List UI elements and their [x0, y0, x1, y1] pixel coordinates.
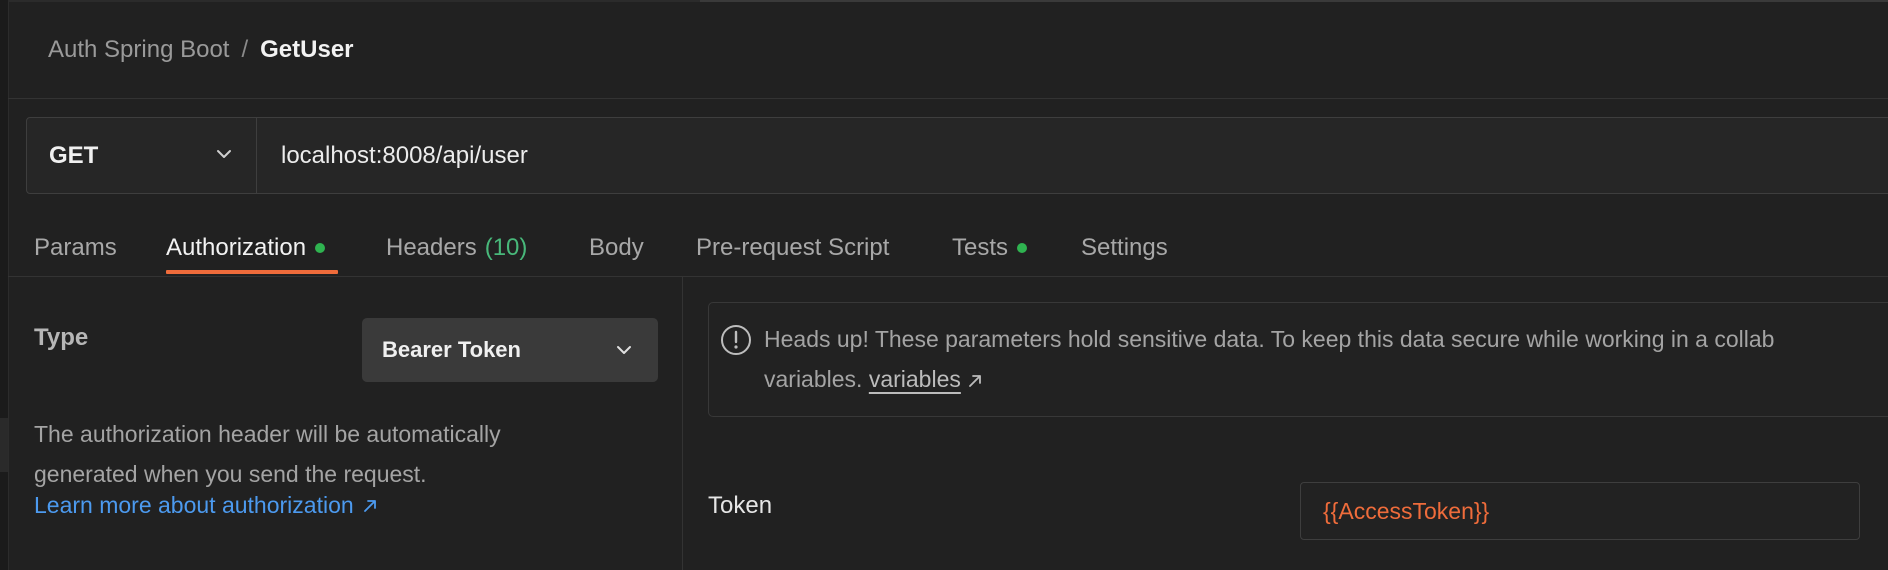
notice-line: variables. variables	[764, 359, 1888, 399]
status-dot	[315, 243, 326, 253]
tab-headers-label: Headers	[386, 234, 477, 261]
tabs-divider	[8, 276, 1888, 277]
learn-more-label: Learn more about authorization	[34, 492, 354, 518]
request-editor: Auth Spring Boot / GetUser GET localhost…	[0, 0, 1888, 570]
auth-type-label: Type	[34, 324, 89, 351]
notice-line: Heads up! These parameters hold sensitiv…	[764, 326, 1775, 352]
arrow-up-right-icon	[968, 375, 981, 387]
sidebar-handle[interactable]	[0, 418, 8, 472]
chevron-down-icon	[617, 346, 631, 354]
breadcrumb-separator: /	[241, 36, 249, 63]
tab-prerequest-script[interactable]: Pre-request Script	[696, 222, 889, 274]
url-input[interactable]: localhost:8008/api/user	[281, 118, 528, 193]
tab-prerequest-label: Pre-request Script	[696, 234, 890, 261]
sensitive-data-notice: Heads up! These parameters hold sensitiv…	[708, 302, 1888, 417]
alert-circle-icon	[721, 325, 751, 355]
learn-more-link[interactable]: Learn more about authorization	[34, 492, 378, 519]
status-dot	[1017, 243, 1028, 253]
notice-text: Heads up! These parameters hold sensitiv…	[764, 319, 1888, 399]
tab-body[interactable]: Body	[589, 222, 644, 274]
tab-authorization[interactable]: Authorization	[166, 222, 326, 274]
variables-link[interactable]: variables	[869, 366, 961, 392]
tab-headers[interactable]: Headers (10)	[386, 222, 527, 274]
active-tab-indicator	[166, 270, 338, 274]
tab-params[interactable]: Params	[34, 222, 117, 274]
top-border-highlight	[700, 0, 1888, 2]
notice-prefix: variables.	[764, 366, 863, 392]
pane-divider[interactable]	[682, 277, 683, 570]
method-select[interactable]: GET	[27, 118, 257, 193]
token-label: Token	[708, 492, 773, 519]
tab-params-label: Params	[34, 234, 117, 261]
auth-description-line: The authorization header will be automat…	[34, 421, 501, 447]
header-divider	[8, 98, 1888, 99]
arrow-up-right-icon	[363, 499, 376, 512]
request-bar: GET localhost:8008/api/user	[26, 117, 1888, 194]
request-name[interactable]: GetUser	[260, 36, 353, 64]
headers-count: (10)	[484, 234, 528, 261]
auth-description-line: generated when you send the request.	[34, 461, 427, 487]
method-label: GET	[49, 141, 99, 169]
tab-body-label: Body	[589, 234, 644, 261]
auth-type-select[interactable]: Bearer Token	[362, 318, 658, 382]
tab-tests[interactable]: Tests	[952, 222, 1028, 274]
breadcrumb-collection[interactable]: Auth Spring Boot	[48, 36, 229, 64]
tab-settings-label: Settings	[1081, 234, 1168, 261]
tab-authorization-label: Authorization	[166, 234, 307, 261]
token-value: {{AccessToken}}	[1323, 497, 1490, 524]
breadcrumb: Auth Spring Boot / GetUser	[48, 32, 354, 68]
tab-settings[interactable]: Settings	[1081, 222, 1168, 274]
auth-description: The authorization header will be automat…	[34, 414, 634, 494]
sidebar-edge	[0, 0, 9, 570]
tab-tests-label: Tests	[952, 234, 1009, 261]
chevron-down-icon	[217, 150, 231, 158]
auth-type-value: Bearer Token	[382, 337, 521, 362]
token-input[interactable]: {{AccessToken}}	[1300, 482, 1860, 540]
